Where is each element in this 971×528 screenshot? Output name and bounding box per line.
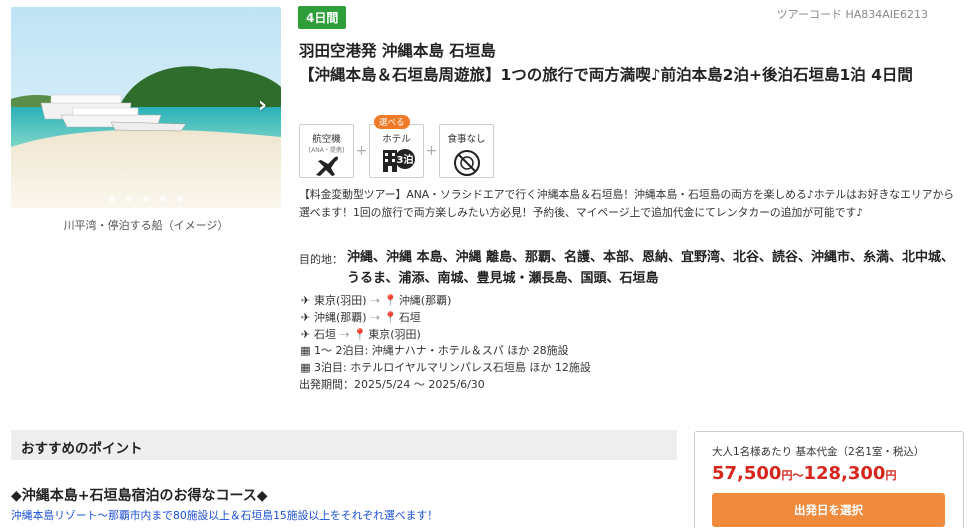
flight-sub-label: [ANA・提携] <box>308 147 345 154</box>
tour-title: 羽田空港発 沖縄本島 石垣島 【沖縄本島＆石垣島周遊旅】1つの旅行で両方満喫♪前… <box>299 39 959 87</box>
tour-description: 【料金変動型ツアー】ANA・ソラシドエアで行く沖縄本島＆石垣島！沖縄本島・石垣島… <box>299 188 955 219</box>
location-pin-icon: 📍 <box>383 310 398 324</box>
route-to: 東京(羽田) <box>368 327 421 341</box>
carousel-dot[interactable] <box>143 196 149 202</box>
select-departure-button[interactable]: 出発日を選択 <box>712 493 945 527</box>
location-pin-icon: 📍 <box>353 327 367 341</box>
days-badge: 4日間 <box>298 6 347 29</box>
route-row: ✈ 東京(羽田) ⇢ 📍 沖縄(那覇) <box>299 293 591 310</box>
route-from: 東京(羽田) <box>314 294 367 307</box>
hotel-building-icon: 3泊 <box>382 149 415 172</box>
route-arrow-icon: ⇢ <box>340 327 350 341</box>
carousel-dot[interactable] <box>177 196 183 202</box>
route-row: ✈ 石垣 ⇢ 📍 東京(羽田) <box>299 327 591 344</box>
building-icon: ▦ <box>300 344 311 358</box>
selectable-tag: 選べる <box>374 115 410 129</box>
hotel-info: 3泊目: ホテルロイヤルマリンパレス石垣島 ほか 12施設 <box>314 361 591 375</box>
price-note: 大人1名様あたり 基本代金（2名1室・税込） <box>712 446 925 458</box>
route-arrow-icon: ⇢ <box>370 294 380 307</box>
flight-feature: 航空機 [ANA・提携] <box>299 124 354 178</box>
destination: 目的地： 沖縄、沖縄 本島、沖縄 離島、那覇、名護、本部、恩納、宜野湾、北谷、読… <box>299 247 959 289</box>
price-separator: 〜 <box>792 469 804 482</box>
airplane-icon: ✈ <box>300 294 311 307</box>
price-unit: 円 <box>781 469 793 482</box>
carousel-dots <box>11 196 281 202</box>
route-arrow-icon: ⇢ <box>370 310 380 324</box>
recommend-title: ◆沖縄本島+石垣島宿泊のお得なコース◆ <box>11 488 268 504</box>
hotel-feature: 選べる ホテル 3泊 <box>369 115 424 178</box>
tour-title-line1: 羽田空港発 沖縄本島 石垣島 <box>299 42 496 60</box>
beach-photo <box>11 7 281 208</box>
photo-caption: 川平湾・停泊する船（イメージ） <box>63 219 229 232</box>
plus-sign: + <box>355 143 368 159</box>
hotel-row: ▦ 1〜 2泊目: 沖縄ナハナ・ホテル＆スパ ほか 28施設 <box>299 343 591 360</box>
airplane-icon: ✈ <box>300 310 311 324</box>
airplane-icon <box>315 156 338 176</box>
airplane-icon: ✈ <box>300 327 311 341</box>
recommend-header: おすすめのポイント <box>11 430 677 460</box>
tour-photo-carousel[interactable]: › <box>11 7 281 208</box>
no-meal-icon <box>453 150 480 176</box>
meal-label: 食事なし <box>447 134 486 145</box>
hotel-info: 1〜 2泊目: 沖縄ナハナ・ホテル＆スパ ほか 28施設 <box>314 344 569 358</box>
carousel-dot[interactable] <box>160 196 166 202</box>
price-max: 128,300 <box>803 463 886 484</box>
route-row: ✈ 沖縄(那覇) ⇢ 📍 石垣 <box>299 310 591 327</box>
route-from: 石垣 <box>314 327 336 341</box>
itinerary: ✈ 東京(羽田) ⇢ 📍 沖縄(那覇) ✈ 沖縄(那覇) ⇢ 📍 石垣 ✈ 石垣… <box>299 293 591 394</box>
tour-title-line2: 【沖縄本島＆石垣島周遊旅】1つの旅行で両方満喫♪前泊本島2泊+後泊石垣島1泊 4… <box>299 66 913 84</box>
destination-value: 沖縄、沖縄 本島、沖縄 離島、那覇、名護、本部、恩納、宜野湾、北谷、読谷、沖縄市… <box>347 250 955 286</box>
price-min: 57,500 <box>712 463 782 484</box>
meal-feature: 食事なし <box>439 124 494 178</box>
price-range: 57,500円〜128,300円 <box>712 463 946 484</box>
route-from: 沖縄(那覇) <box>314 310 367 324</box>
location-pin-icon: 📍 <box>383 294 398 307</box>
carousel-dot[interactable] <box>126 196 132 202</box>
carousel-dot[interactable] <box>109 196 115 202</box>
route-to: 石垣 <box>398 310 421 324</box>
hotel-row: ▦ 3泊目: ホテルロイヤルマリンパレス石垣島 ほか 12施設 <box>299 360 591 377</box>
recommend-text: 沖縄本島リゾート〜那覇市内まで80施設以上＆石垣島15施設以上をそれぞれ選べます… <box>11 509 438 522</box>
departure-period: 出発期間：2025/5/24 〜 2025/6/30 <box>299 377 485 391</box>
tour-code: ツアーコード HA834AIE6213 <box>776 8 928 21</box>
hotel-nights: 3泊 <box>396 153 413 166</box>
price-unit: 円 <box>885 469 897 482</box>
destination-label: 目的地： <box>299 253 343 266</box>
feature-icons: 航空機 [ANA・提携] + 選べる ホテル 3泊 + 食事なし <box>299 115 494 178</box>
carousel-next-icon[interactable]: › <box>258 93 267 118</box>
hotel-label: ホテル <box>382 134 411 145</box>
price-box: 大人1名様あたり 基本代金（2名1室・税込） 57,500円〜128,300円 … <box>694 431 964 528</box>
plus-sign: + <box>425 143 438 159</box>
route-to: 沖縄(那覇) <box>398 294 452 307</box>
building-icon: ▦ <box>300 361 311 375</box>
flight-label: 航空機 <box>312 134 341 145</box>
